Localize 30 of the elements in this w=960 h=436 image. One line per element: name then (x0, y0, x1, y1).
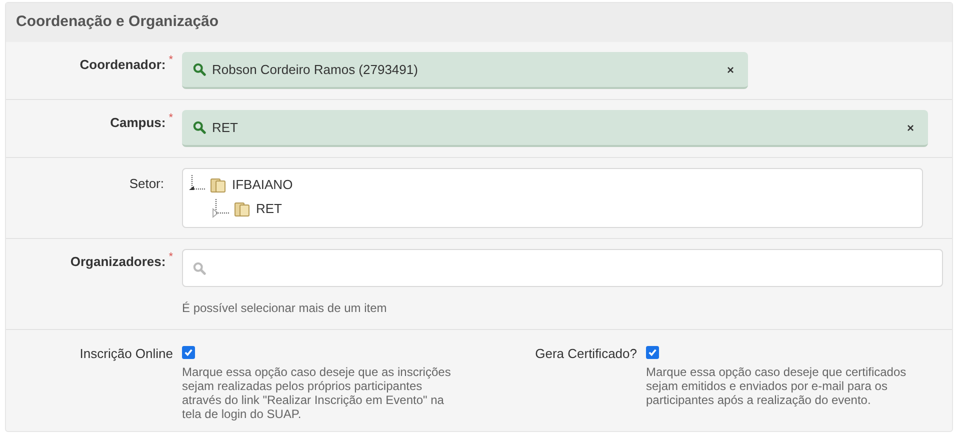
checkbox-label: Gera Certificado? (535, 345, 637, 363)
collapsed-toggle-icon[interactable] (212, 199, 230, 219)
search-icon (193, 121, 206, 134)
help-text: Marque essa opção caso deseje que as inscrições sejam realizadas pelos próprios participantes através do link "Realizar Inscrição em Evento" na tela de login do SUAP. (182, 365, 452, 421)
search-icon (193, 63, 206, 76)
help-text: É possível selecionar mais de um item (182, 300, 388, 317)
field-label: Setor: (129, 175, 164, 193)
selected-value: Robson Cordeiro Ramos (2793491) (212, 60, 419, 79)
search-field[interactable] (182, 249, 943, 287)
required-mark: * (168, 252, 173, 265)
folder-icon (210, 177, 226, 193)
required-mark: * (168, 113, 173, 126)
field-label: Campus: (110, 114, 166, 132)
search-icon (193, 262, 206, 274)
selected-value: RET (212, 118, 239, 137)
checkbox-label: Inscrição Online (80, 345, 173, 363)
required-mark: * (168, 55, 173, 68)
checkbox[interactable] (182, 346, 195, 359)
tree-item[interactable]: IFBAIANO (232, 175, 293, 195)
clear-button[interactable]: × (726, 60, 734, 78)
section-title: Coordenação e Organização (16, 12, 219, 32)
checkbox[interactable] (646, 346, 659, 359)
tree-item[interactable]: RET (256, 199, 282, 219)
folder-icon (234, 201, 250, 217)
field-label: Coordenador: (80, 56, 166, 74)
clear-button[interactable]: × (906, 118, 914, 136)
autocomplete-field[interactable]: Robson Cordeiro Ramos (2793491) × (182, 52, 748, 89)
field-label: Organizadores: (70, 253, 166, 271)
help-text: Marque essa opção caso deseje que certificados sejam emitidos e enviados por e-mail para os participantes após a realização do evento. (646, 365, 908, 407)
autocomplete-field[interactable]: RET × (182, 110, 928, 147)
